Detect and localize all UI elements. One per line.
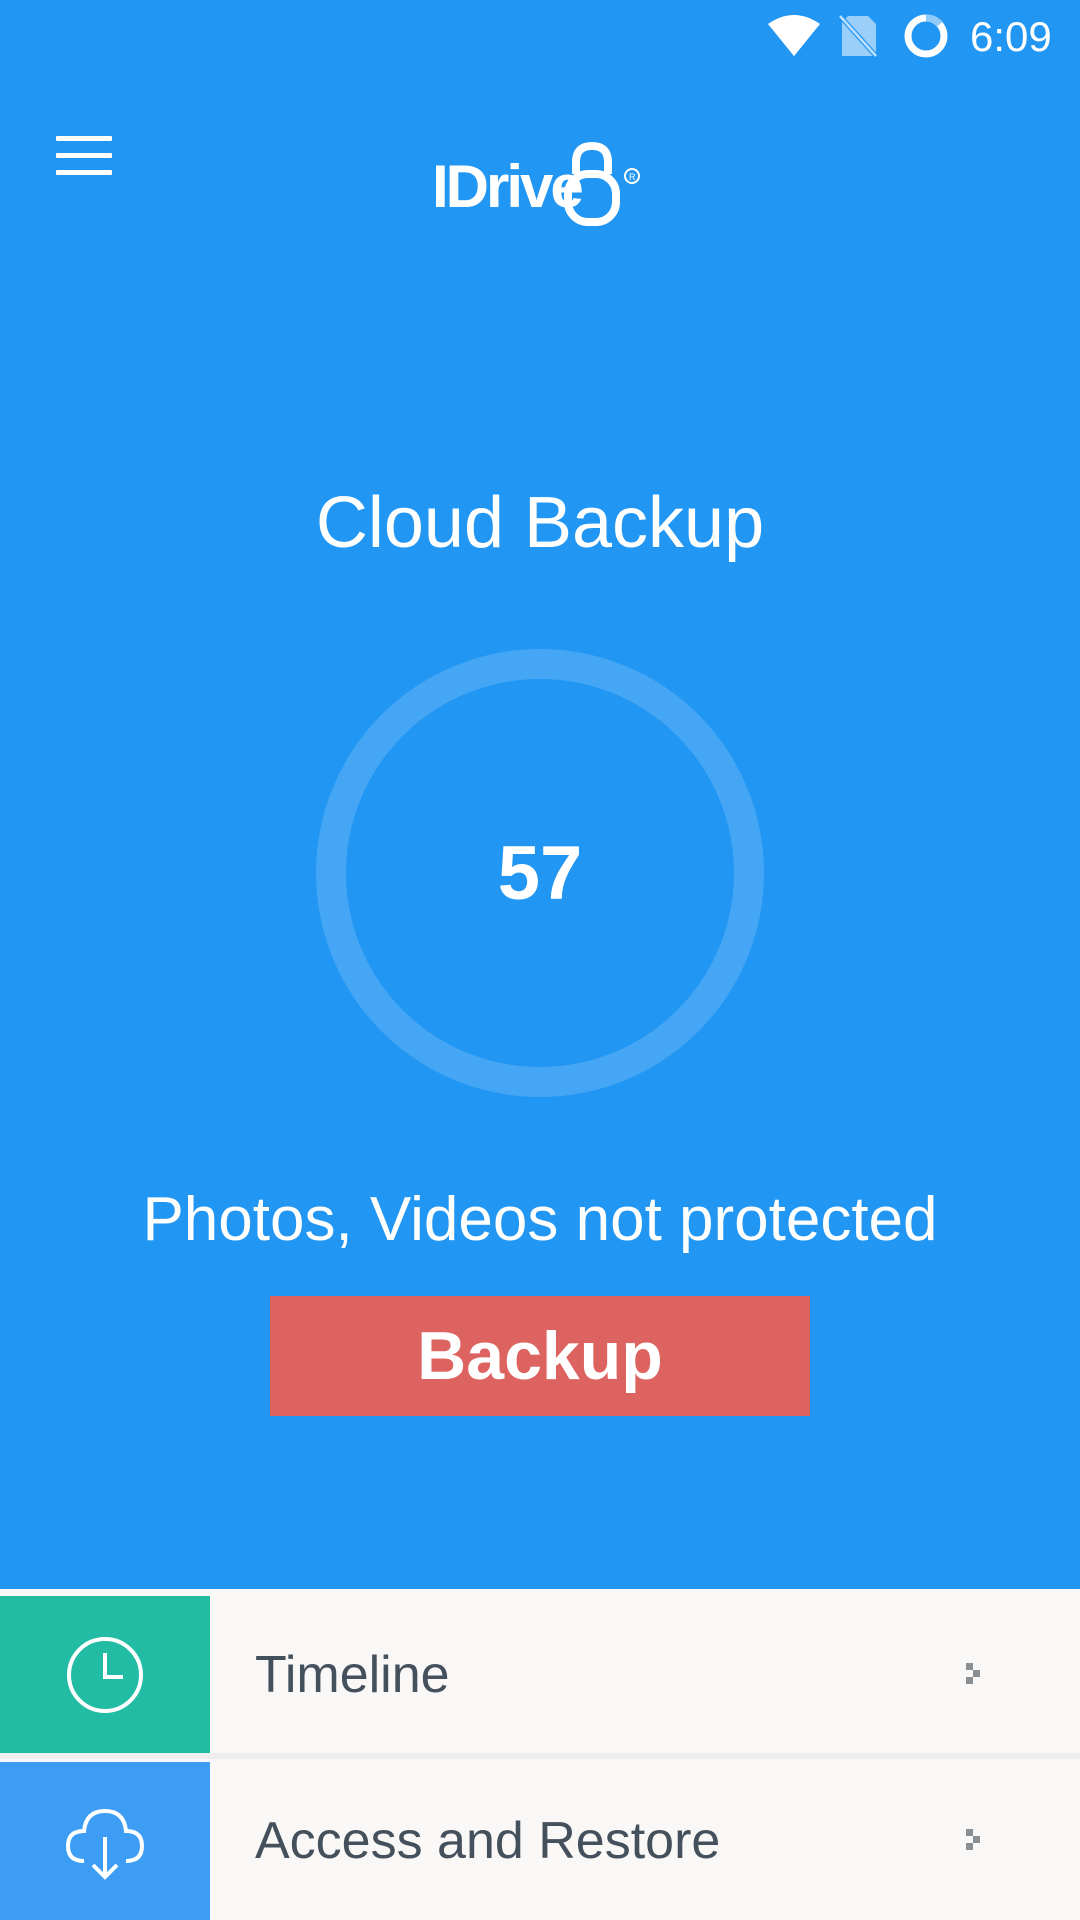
protection-status-text: Photos, Videos not protected xyxy=(142,1185,938,1254)
access-restore-tile xyxy=(0,1762,210,1920)
list-item-label: Access and Restore xyxy=(255,1812,721,1870)
list-item-access-restore[interactable]: Access and Restore xyxy=(0,1762,1080,1920)
hamburger-bar xyxy=(56,170,112,175)
page-title: Cloud Backup xyxy=(315,483,765,563)
logo-lock-icon: R xyxy=(564,141,640,226)
list-item-timeline[interactable]: Timeline xyxy=(0,1596,1080,1759)
menu-button[interactable] xyxy=(40,120,130,190)
idrive-logo: IDrive R xyxy=(430,140,650,230)
cloud-download-icon xyxy=(65,1808,145,1880)
wifi-icon xyxy=(768,15,820,56)
status-time: 6:09 xyxy=(970,13,1052,60)
no-sim-icon xyxy=(838,14,878,58)
backup-button[interactable]: Backup xyxy=(270,1296,810,1416)
timeline-tile xyxy=(0,1596,210,1753)
unprotected-count: 57 xyxy=(497,830,583,916)
chevron-right-icon xyxy=(966,1829,980,1850)
backup-progress-ring: 57 xyxy=(315,648,765,1098)
hamburger-menu-icon xyxy=(56,136,112,141)
list-item-label: Timeline xyxy=(255,1645,450,1704)
hamburger-bar xyxy=(56,153,112,158)
chevron-right-icon xyxy=(966,1662,980,1684)
battery-ring-icon xyxy=(904,14,948,58)
clock-icon xyxy=(67,1636,143,1713)
hero-panel: 6:09 IDrive R Cloud Backup 57 Photos, Vi… xyxy=(0,0,1080,1589)
status-bar: 6:09 xyxy=(0,0,1080,75)
svg-text:R: R xyxy=(629,172,636,182)
